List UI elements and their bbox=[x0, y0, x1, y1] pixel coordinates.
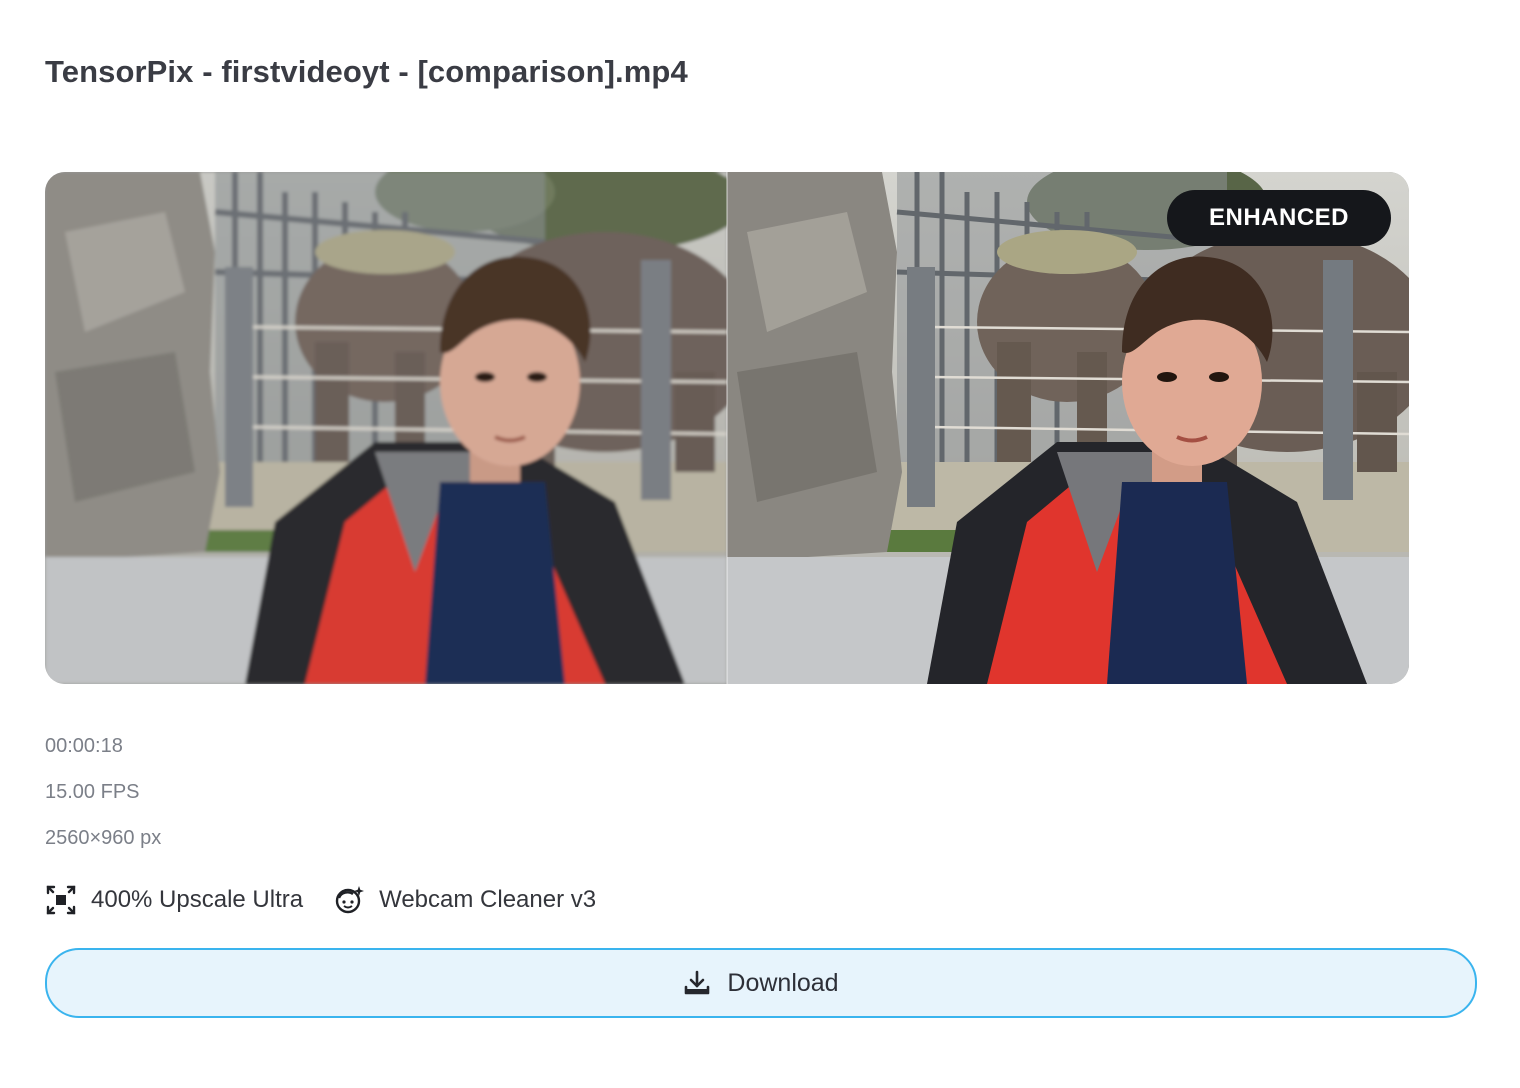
original-frame bbox=[45, 172, 727, 684]
feature-webcam-cleaner: Webcam Cleaner v3 bbox=[333, 884, 596, 916]
original-frame-image bbox=[45, 172, 727, 684]
enhanced-frame: ENHANCED bbox=[727, 172, 1409, 684]
feature-upscale: 400% Upscale Ultra bbox=[45, 884, 303, 916]
download-label: Download bbox=[727, 968, 839, 997]
download-icon bbox=[683, 969, 711, 997]
download-button[interactable]: Download bbox=[45, 948, 1477, 1018]
video-fps: 15.00 FPS bbox=[45, 781, 140, 803]
upscale-icon bbox=[45, 884, 77, 916]
enhanced-badge: ENHANCED bbox=[1166, 190, 1391, 246]
page-title: TensorPix - firstvideoyt - [comparison].… bbox=[45, 54, 688, 89]
face-sparkle-icon bbox=[333, 884, 365, 916]
feature-upscale-label: 400% Upscale Ultra bbox=[91, 886, 304, 913]
video-comparison-preview[interactable]: ENHANCED bbox=[45, 172, 1409, 684]
video-resolution: 2560×960 px bbox=[45, 827, 162, 849]
enhanced-frame-image bbox=[727, 172, 1409, 684]
applied-features: 400% Upscale Ultra Webcam Cleaner v3 bbox=[45, 884, 626, 916]
video-duration: 00:00:18 bbox=[45, 735, 123, 757]
comparison-divider[interactable] bbox=[726, 172, 728, 684]
feature-webcam-cleaner-label: Webcam Cleaner v3 bbox=[379, 886, 597, 913]
